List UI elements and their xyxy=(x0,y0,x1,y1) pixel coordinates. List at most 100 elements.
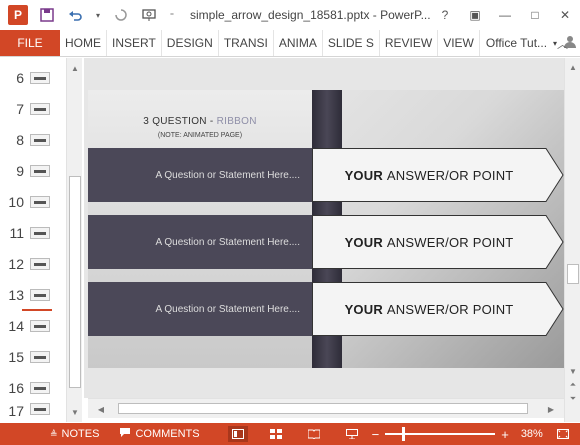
slide-preview xyxy=(30,350,50,363)
window-controls: ? ▣ — □ ✕ xyxy=(430,0,580,30)
slide-preview xyxy=(30,226,50,239)
ribbon-display-options-icon[interactable]: ▣ xyxy=(460,0,490,30)
horizontal-scrollbar[interactable]: ◀ ▶ xyxy=(88,398,564,418)
scroll-down-icon[interactable]: ▼ xyxy=(67,404,83,420)
slide-sorter-icon[interactable] xyxy=(266,426,286,442)
slide-vertical-scrollbar[interactable]: ▲ ▼ ⏶ ⏷ xyxy=(564,58,580,422)
slide-thumbnail[interactable]: 15 xyxy=(0,341,66,372)
undo-dropdown-icon[interactable]: ▾ xyxy=(94,6,102,24)
redo-icon[interactable] xyxy=(112,6,130,24)
slide-title-main: 3 QUESTION - xyxy=(143,116,217,127)
answer-arrow[interactable]: YOUR ANSWER/OR POINT xyxy=(312,215,564,269)
zoom-slider[interactable] xyxy=(385,427,496,441)
powerpoint-window: P ▾ ⁼ simple_arrow_design_18581.pptx - P… xyxy=(0,0,580,445)
slide-number: 6 xyxy=(16,69,24,86)
zoom-in-button[interactable]: + xyxy=(501,427,509,442)
answer-rest: ANSWER/OR POINT xyxy=(386,301,514,317)
tab-file[interactable]: FILE xyxy=(0,30,60,56)
slide-preview xyxy=(30,164,50,177)
window-title: simple_arrow_design_18581.pptx - PowerP.… xyxy=(190,8,431,22)
fit-slide-icon[interactable] xyxy=(553,426,573,442)
slide-thumbnail[interactable]: 9 xyxy=(0,155,66,186)
undo-icon[interactable] xyxy=(66,6,84,24)
slide-preview xyxy=(30,403,50,415)
zoom-level[interactable]: 38% xyxy=(521,428,543,440)
slide-number: 10 xyxy=(8,193,24,210)
slide-title-accent: RIBBON xyxy=(216,116,257,127)
slide-preview xyxy=(30,195,50,208)
title-bar: P ▾ ⁼ simple_arrow_design_18581.pptx - P… xyxy=(0,0,580,30)
thumbnail-scrollbar-thumb[interactable] xyxy=(69,176,81,388)
status-bar: ≜ NOTES COMMENTS − + 38% xyxy=(0,423,580,445)
slide-thumbnail[interactable]: 17 xyxy=(0,403,66,422)
tab-slide-show[interactable]: SLIDE S xyxy=(323,30,380,56)
comments-button[interactable]: COMMENTS xyxy=(119,427,200,441)
close-icon[interactable]: ✕ xyxy=(550,0,580,30)
slide-title[interactable]: 3 QUESTION - RIBBON xyxy=(88,116,312,127)
zoom-slider-thumb[interactable] xyxy=(402,427,406,441)
slide-canvas[interactable]: 3 QUESTION - RIBBON (NOTE: ANIMATED PAGE… xyxy=(88,90,564,368)
tab-design[interactable]: DESIGN xyxy=(162,30,219,56)
question-box[interactable]: A Question or Statement Here.... xyxy=(88,215,312,269)
slide-scrollbar-thumb[interactable] xyxy=(567,264,579,284)
tab-insert[interactable]: INSERT xyxy=(107,30,162,56)
tab-view[interactable]: VIEW xyxy=(438,30,480,56)
slide-number: 12 xyxy=(8,255,24,272)
tab-home[interactable]: HOME xyxy=(60,30,107,56)
minimize-icon[interactable]: — xyxy=(490,0,520,30)
slide-preview xyxy=(30,288,50,301)
slide-thumbnail[interactable]: 7 xyxy=(0,93,66,124)
customize-qat-icon[interactable]: ⁼ xyxy=(168,6,176,24)
slide-number: 9 xyxy=(16,162,24,179)
save-icon[interactable] xyxy=(38,6,56,24)
question-box[interactable]: A Question or Statement Here.... xyxy=(88,148,312,202)
scroll-down-icon[interactable]: ▼ xyxy=(565,364,580,378)
maximize-icon[interactable]: □ xyxy=(520,0,550,30)
scroll-up-icon[interactable]: ▲ xyxy=(67,60,83,76)
scroll-up-icon[interactable]: ▲ xyxy=(565,60,580,74)
next-slide-icon[interactable]: ⏷ xyxy=(565,392,580,406)
tab-transitions[interactable]: TRANSI xyxy=(219,30,274,56)
slide-preview xyxy=(30,381,50,394)
scroll-left-icon[interactable]: ◀ xyxy=(94,402,108,416)
slide-thumbnail[interactable]: 10 xyxy=(0,186,66,217)
reading-view-icon[interactable] xyxy=(304,426,324,442)
slide-thumbnail[interactable]: 14 xyxy=(0,310,66,341)
help-icon[interactable]: ? xyxy=(430,0,460,30)
thumbnail-scrollbar[interactable]: ▲ ▼ xyxy=(66,58,82,422)
present-icon[interactable] xyxy=(140,6,158,24)
slide-number: 7 xyxy=(16,100,24,117)
answer-rest: ANSWER/OR POINT xyxy=(386,234,514,250)
slide-show-icon[interactable] xyxy=(342,426,362,442)
answer-arrow[interactable]: YOUR ANSWER/OR POINT xyxy=(312,282,564,336)
collapse-ribbon-icon[interactable]: ︿ xyxy=(557,36,568,52)
scroll-right-icon[interactable]: ▶ xyxy=(544,402,558,416)
ribbon-tabs: FILE HOME INSERT DESIGN TRANSI ANIMA SLI… xyxy=(0,30,580,57)
slide-number: 16 xyxy=(8,379,24,396)
quick-access-toolbar: ▾ ⁼ xyxy=(38,6,176,24)
slide-thumbnail[interactable]: 11 xyxy=(0,217,66,248)
zoom-out-button[interactable]: − xyxy=(372,427,380,442)
question-box[interactable]: A Question or Statement Here.... xyxy=(88,282,312,336)
tab-animations[interactable]: ANIMA xyxy=(274,30,323,56)
answer-bold: YOUR xyxy=(344,234,383,250)
notes-icon: ≜ xyxy=(50,428,58,439)
slide-number: 13 xyxy=(8,286,24,303)
slide-number: 8 xyxy=(16,131,24,148)
slide-editing-area: 3 QUESTION - RIBBON (NOTE: ANIMATED PAGE… xyxy=(84,58,564,398)
answer-text: YOUR ANSWER/OR POINT xyxy=(312,148,546,202)
slide-thumbnail[interactable]: 13 xyxy=(0,279,66,310)
tab-review[interactable]: REVIEW xyxy=(380,30,439,56)
slide-thumbnail[interactable]: 6 xyxy=(0,62,66,93)
notes-button[interactable]: ≜ NOTES xyxy=(50,428,99,440)
previous-slide-icon[interactable]: ⏶ xyxy=(565,378,580,392)
answer-rest: ANSWER/OR POINT xyxy=(386,167,514,183)
horizontal-scrollbar-thumb[interactable] xyxy=(118,403,528,414)
slide-subtitle[interactable]: (NOTE: ANIMATED PAGE) xyxy=(88,132,312,139)
answer-arrow[interactable]: YOUR ANSWER/OR POINT xyxy=(312,148,564,202)
slide-thumbnail[interactable]: 12 xyxy=(0,248,66,279)
normal-view-icon[interactable] xyxy=(227,426,248,442)
slide-thumbnail[interactable]: 8 xyxy=(0,124,66,155)
account-name: Office Tut... xyxy=(485,36,548,50)
slide-thumbnail[interactable]: 16 xyxy=(0,372,66,403)
